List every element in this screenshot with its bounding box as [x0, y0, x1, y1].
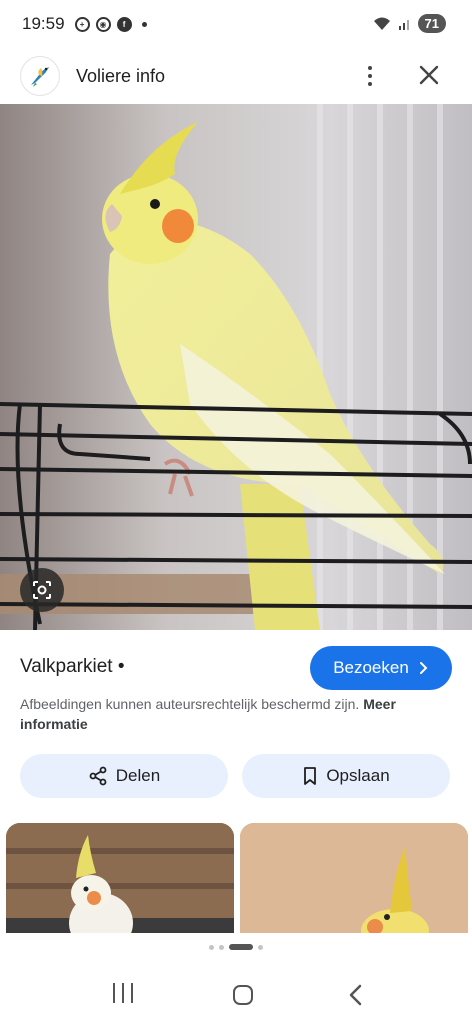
- facebook-icon: f: [116, 16, 132, 32]
- status-right: 71: [372, 14, 446, 33]
- chrome-icon: ◉: [95, 16, 111, 32]
- share-label: Delen: [115, 766, 161, 785]
- page-dot: [219, 944, 224, 950]
- related-image[interactable]: [240, 823, 468, 933]
- chevron-right-icon: [419, 662, 428, 674]
- lens-search-icon: [33, 581, 51, 599]
- recents-icon[interactable]: [108, 983, 138, 1007]
- wifi-icon: [373, 17, 390, 30]
- page-dot-active: [229, 944, 253, 950]
- close-icon[interactable]: [416, 62, 442, 88]
- page-indicator: [0, 944, 472, 950]
- home-icon[interactable]: [232, 985, 253, 1005]
- notification-icons: + ◉ f: [74, 16, 147, 32]
- plus-circle-icon: +: [74, 16, 90, 32]
- system-nav-bar: [0, 966, 472, 1024]
- visit-label: Bezoeken: [333, 658, 409, 677]
- save-label: Opslaan: [326, 766, 390, 785]
- copyright-text: Afbeeldingen kunnen auteursrechtelijk be…: [20, 696, 360, 712]
- related-cockatiel-image: [240, 823, 468, 933]
- cockatiel-photo: [0, 104, 472, 630]
- more-dot-icon: [141, 21, 147, 27]
- more-vertical-icon[interactable]: [358, 60, 382, 92]
- visit-button[interactable]: Bezoeken: [310, 646, 452, 690]
- share-button[interactable]: Delen: [20, 754, 228, 798]
- bird-logo-icon: [31, 67, 49, 87]
- lens-search-button[interactable]: [20, 568, 64, 612]
- copyright-notice: Afbeeldingen kunnen auteursrechtelijk be…: [20, 694, 440, 734]
- signal-icon: [398, 19, 409, 30]
- battery-indicator: 71: [417, 14, 446, 33]
- result-title: Valkparkiet •: [20, 656, 125, 677]
- status-time: 19:59: [22, 14, 65, 33]
- status-bar: 19:59 + ◉ f 71: [0, 0, 472, 48]
- page-title: Voliere info: [76, 65, 166, 86]
- main-image[interactable]: [0, 104, 472, 630]
- app-header: Voliere info: [0, 48, 472, 104]
- site-logo: [20, 56, 60, 96]
- save-button[interactable]: Opslaan: [242, 754, 450, 798]
- page-dot: [209, 944, 214, 950]
- related-image[interactable]: [6, 823, 234, 933]
- page-dot: [258, 944, 263, 950]
- bookmark-icon: [304, 767, 317, 785]
- share-icon: [89, 766, 107, 786]
- back-icon[interactable]: [348, 984, 364, 1006]
- related-cockatiel-image: [6, 823, 234, 933]
